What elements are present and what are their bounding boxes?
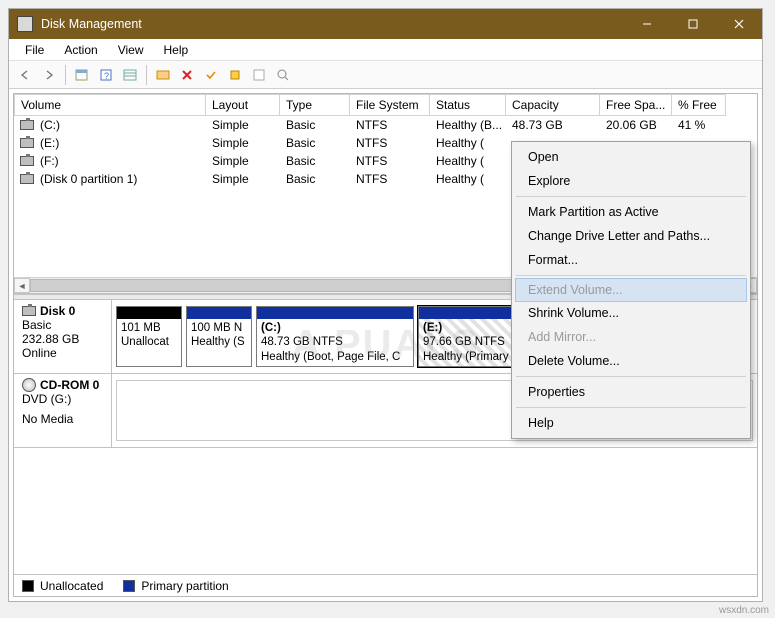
ctx-shrink-volume[interactable]: Shrink Volume...: [514, 301, 748, 325]
menu-file[interactable]: File: [15, 41, 54, 59]
disk0-name: Disk 0: [40, 304, 75, 318]
col-layout[interactable]: Layout: [206, 94, 280, 116]
details-icon[interactable]: [120, 65, 140, 85]
col-free[interactable]: Free Spa...: [600, 94, 672, 116]
table-row[interactable]: (C:)SimpleBasicNTFSHealthy (B...48.73 GB…: [14, 116, 757, 134]
legend-primary: Primary partition: [141, 579, 228, 593]
delete-icon[interactable]: [177, 65, 197, 85]
ctx-explore[interactable]: Explore: [514, 169, 748, 193]
ctx-mark-active[interactable]: Mark Partition as Active: [514, 200, 748, 224]
menu-action[interactable]: Action: [54, 41, 107, 59]
refresh-icon[interactable]: [153, 65, 173, 85]
col-type[interactable]: Type: [280, 94, 350, 116]
legend: Unallocated Primary partition: [14, 574, 757, 596]
menu-help[interactable]: Help: [154, 41, 199, 59]
window-title: Disk Management: [41, 17, 624, 31]
search-icon[interactable]: [273, 65, 293, 85]
ctx-help[interactable]: Help: [514, 411, 748, 435]
col-volume[interactable]: Volume: [14, 94, 206, 116]
props-icon[interactable]: [72, 65, 92, 85]
col-status[interactable]: Status: [430, 94, 506, 116]
ctx-delete-volume[interactable]: Delete Volume...: [514, 349, 748, 373]
ctx-extend-volume[interactable]: Extend Volume...: [515, 278, 747, 302]
titlebar: Disk Management: [9, 9, 762, 39]
ctx-open[interactable]: Open: [514, 145, 748, 169]
check-icon[interactable]: [201, 65, 221, 85]
swatch-primary: [123, 580, 135, 592]
menubar: File Action View Help: [9, 39, 762, 61]
partition[interactable]: 101 MBUnallocat: [116, 306, 182, 367]
volume-icon: [20, 120, 34, 130]
source-tag: wsxdn.com: [719, 605, 769, 616]
help-icon[interactable]: ?: [96, 65, 116, 85]
back-button[interactable]: [15, 65, 35, 85]
col-pct[interactable]: % Free: [672, 94, 726, 116]
disk-icon: [22, 306, 36, 316]
partition[interactable]: 100 MB NHealthy (S: [186, 306, 252, 367]
context-menu: Open Explore Mark Partition as Active Ch…: [511, 141, 751, 439]
app-icon: [17, 16, 33, 32]
action2-icon[interactable]: [249, 65, 269, 85]
forward-button[interactable]: [39, 65, 59, 85]
col-fs[interactable]: File System: [350, 94, 430, 116]
disk0-type: Basic: [22, 318, 103, 332]
cdrom-label[interactable]: CD-ROM 0 DVD (G:) No Media: [14, 374, 112, 447]
cdrom-line2: No Media: [22, 412, 103, 426]
close-button[interactable]: [716, 9, 762, 39]
menu-view[interactable]: View: [108, 41, 154, 59]
minimize-button[interactable]: [624, 9, 670, 39]
toolbar: ?: [9, 61, 762, 89]
ctx-format[interactable]: Format...: [514, 248, 748, 272]
grid-header: Volume Layout Type File System Status Ca…: [14, 94, 757, 116]
ctx-add-mirror: Add Mirror...: [514, 325, 748, 349]
volume-icon: [20, 174, 34, 184]
col-capacity[interactable]: Capacity: [506, 94, 600, 116]
swatch-unallocated: [22, 580, 34, 592]
svg-text:?: ?: [104, 71, 109, 81]
legend-unallocated: Unallocated: [40, 579, 103, 593]
action1-icon[interactable]: [225, 65, 245, 85]
disk0-state: Online: [22, 346, 103, 360]
volume-icon: [20, 156, 34, 166]
cdrom-icon: [22, 378, 36, 392]
disk0-label[interactable]: Disk 0 Basic 232.88 GB Online: [14, 300, 112, 373]
maximize-button[interactable]: [670, 9, 716, 39]
volume-icon: [20, 138, 34, 148]
partition[interactable]: (C:)48.73 GB NTFSHealthy (Boot, Page Fil…: [256, 306, 414, 367]
ctx-change-letter[interactable]: Change Drive Letter and Paths...: [514, 224, 748, 248]
disk0-size: 232.88 GB: [22, 332, 103, 346]
cdrom-name: CD-ROM 0: [40, 378, 99, 392]
cdrom-line1: DVD (G:): [22, 392, 103, 406]
ctx-properties[interactable]: Properties: [514, 380, 748, 404]
